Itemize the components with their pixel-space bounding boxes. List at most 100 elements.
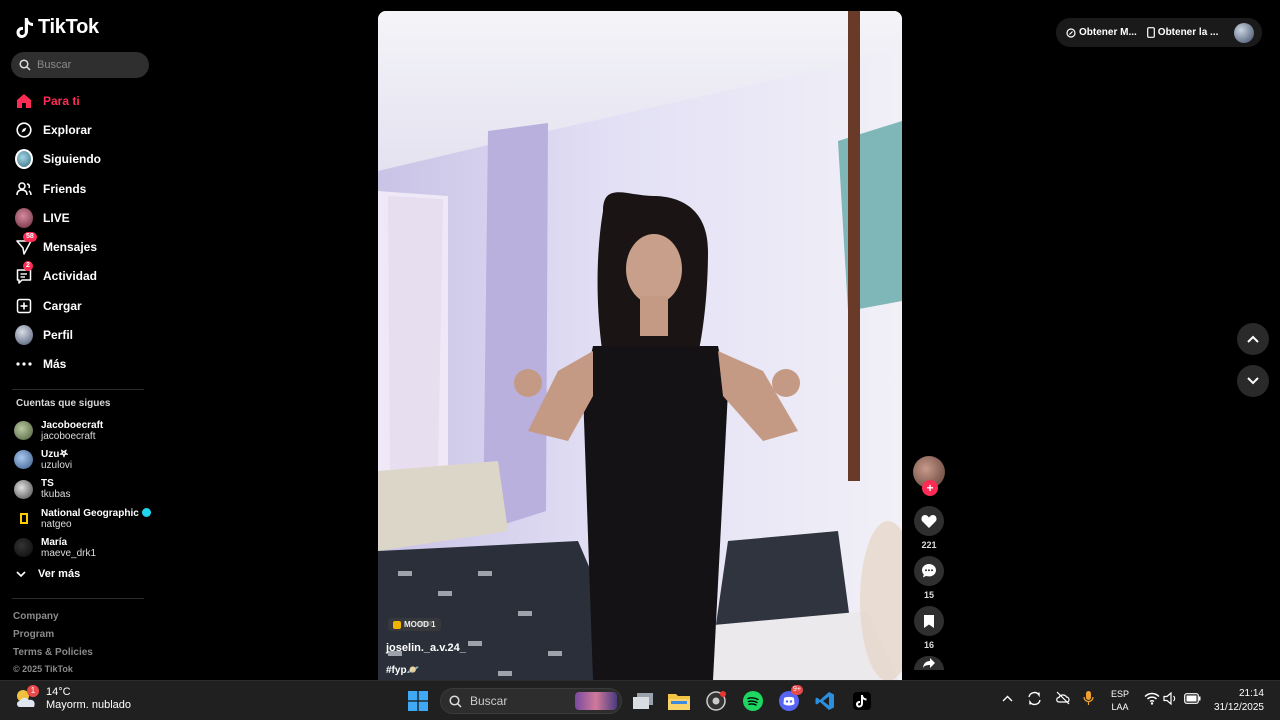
nav-item-cargar[interactable]: Cargar	[12, 291, 152, 320]
tiktok-logo[interactable]: TikTok	[16, 16, 99, 39]
system-clock[interactable]: 21:14 31/12/2025	[1206, 687, 1264, 715]
next-video-button[interactable]	[1237, 365, 1269, 397]
user-avatar[interactable]	[1234, 22, 1254, 43]
divider	[12, 598, 144, 599]
get-app-button[interactable]: Obtener la ...	[1146, 27, 1218, 38]
footer-link-company[interactable]: Company	[13, 611, 93, 629]
file-explorer-button[interactable]	[667, 689, 691, 713]
volume-tray-button[interactable]	[1163, 691, 1178, 708]
wifi-tray-button[interactable]	[1144, 692, 1160, 708]
discord-badge: 9+	[791, 685, 803, 695]
microphone-tray-button[interactable]	[1083, 690, 1094, 709]
home-icon	[15, 92, 33, 110]
nav-label: Siguiendo	[43, 152, 101, 167]
footer-links: Company Program Terms & Policies	[13, 611, 93, 665]
nav-label: Más	[43, 357, 67, 372]
author-avatar[interactable]: +	[913, 456, 945, 496]
nav-label: Mensajes	[43, 240, 98, 255]
language-indicator[interactable]: ESP LAA	[1108, 688, 1132, 714]
clock-time: 21:14	[1238, 688, 1264, 699]
windows-start-button[interactable]	[406, 689, 430, 713]
battery-tray-button[interactable]	[1184, 693, 1201, 707]
account-name: Jacoboecraft	[41, 419, 104, 431]
save-button[interactable]	[914, 606, 944, 636]
vscode-button[interactable]	[813, 689, 837, 713]
following-account[interactable]: María maeve_drk1	[14, 533, 160, 562]
following-section-title: Cuentas que sigues	[16, 398, 111, 409]
tiktok-logo-icon	[16, 17, 33, 38]
task-view-button[interactable]	[631, 689, 655, 713]
cloud-offline-tray-button[interactable]	[1055, 691, 1071, 708]
nav-label: Actividad	[43, 269, 98, 284]
following-account[interactable]: National Geographic natgeo	[14, 504, 160, 533]
more-dots-icon	[15, 355, 33, 373]
nav-item-siguiendo[interactable]: Siguiendo	[12, 145, 152, 174]
search-box[interactable]	[11, 52, 149, 78]
nav-item-friends[interactable]: Friends	[12, 174, 152, 203]
tiktok-taskbar-button[interactable]	[850, 689, 874, 713]
comment-button[interactable]	[914, 556, 944, 586]
tray-overflow-button[interactable]	[1002, 693, 1013, 705]
account-name: National Geographic	[41, 507, 139, 519]
account-handle: maeve_drk1	[41, 547, 97, 559]
share-icon	[923, 658, 935, 668]
account-handle: natgeo	[41, 518, 72, 530]
main-nav: Para ti Explorar Siguiendo Friends LIVE …	[12, 86, 152, 379]
chevron-down-icon	[16, 570, 26, 577]
live-avatar-icon	[15, 207, 33, 228]
video-caption[interactable]: #fyp🪐	[386, 665, 419, 676]
weather-widget[interactable]: 1 14°C Mayorm. nublado	[14, 685, 131, 712]
taskbar-search[interactable]: Buscar	[440, 688, 622, 714]
nav-item-mensajes[interactable]: 58 Mensajes	[12, 232, 152, 261]
nav-item-perfil[interactable]: Perfil	[12, 320, 152, 349]
nav-item-explorar[interactable]: Explorar	[12, 115, 152, 144]
follow-plus-button[interactable]: +	[922, 480, 938, 496]
chevron-up-icon	[1002, 695, 1013, 702]
cloud-off-icon	[1056, 691, 1070, 705]
see-more-button[interactable]: Ver más	[16, 568, 80, 580]
nav-item-actividad[interactable]: 2 Actividad	[12, 261, 152, 291]
account-handle: tkubas	[41, 489, 71, 501]
tiktok-icon	[853, 692, 871, 710]
following-avatar-icon	[15, 149, 33, 170]
compass-icon	[15, 121, 33, 139]
discord-button[interactable]: 9+	[777, 685, 803, 713]
search-icon	[19, 59, 31, 71]
previous-video-button[interactable]	[1237, 323, 1269, 355]
activity-icon: 2	[15, 261, 33, 285]
footer-link-program[interactable]: Program	[13, 629, 93, 647]
clock-date: 31/12/2025	[1213, 702, 1264, 713]
chrome-button[interactable]	[704, 689, 728, 713]
copyright: © 2025 TikTok	[13, 664, 73, 674]
footer-link-terms[interactable]: Terms & Policies	[13, 647, 93, 665]
following-account[interactable]: TS tkubas	[14, 475, 160, 504]
messages-badge: 58	[23, 232, 37, 243]
phone-icon	[1146, 27, 1155, 38]
browser-icon	[706, 691, 726, 711]
weather-badge: 1	[27, 685, 39, 697]
spotify-button[interactable]	[741, 689, 765, 713]
share-button[interactable]	[914, 656, 944, 670]
nav-item-mas[interactable]: Más	[12, 350, 152, 379]
nav-item-para-ti[interactable]: Para ti	[12, 86, 152, 115]
video-player[interactable]	[378, 11, 902, 680]
following-account[interactable]: Jacoboecraft jacoboecraft	[14, 416, 160, 445]
search-highlight-image	[575, 692, 617, 710]
get-coins-button[interactable]: Obtener M...	[1066, 27, 1137, 38]
video-frame	[378, 11, 902, 680]
avatar	[14, 479, 33, 499]
search-input[interactable]	[37, 59, 137, 71]
comment-icon	[922, 564, 936, 578]
nav-item-live[interactable]: LIVE	[12, 203, 152, 232]
music-tag[interactable]: MOOD 1	[388, 618, 441, 631]
spotify-icon	[743, 691, 763, 711]
top-actions-bar: Obtener M... Obtener la ...	[1056, 18, 1262, 47]
upload-icon	[15, 297, 33, 315]
nav-label: Friends	[43, 181, 87, 196]
sync-tray-button[interactable]	[1027, 691, 1042, 709]
coin-icon	[1066, 27, 1076, 38]
video-author-username[interactable]: joselin._a.v.24_	[386, 642, 466, 654]
like-button[interactable]	[914, 506, 944, 536]
chevron-down-icon	[1247, 377, 1259, 385]
following-account[interactable]: Uzu𖤐 uzulovi	[14, 445, 160, 474]
